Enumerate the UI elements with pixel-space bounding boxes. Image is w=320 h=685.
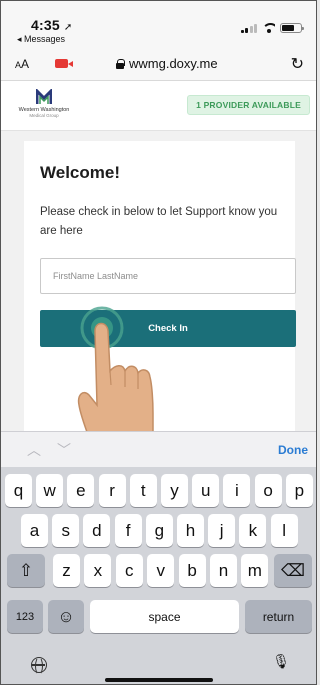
key-t[interactable]: t [129, 474, 157, 507]
key-w[interactable]: w [36, 474, 64, 507]
key-l[interactable]: l [270, 514, 298, 547]
status-bar: 4:35 ➚ ◂ Messages [1, 1, 316, 47]
clinic-subtitle: Medical Group [29, 113, 59, 118]
system-icons [240, 23, 304, 33]
key-q[interactable]: q [5, 474, 32, 507]
welcome-heading: Welcome! [40, 163, 120, 182]
clinic-logo[interactable]: Western Washington Medical Group [9, 89, 79, 118]
delete-key[interactable]: ⌫ [274, 554, 312, 587]
reload-icon[interactable]: ↻ [291, 54, 304, 74]
key-x[interactable]: x [84, 554, 112, 587]
phone-screen: 4:35 ➚ ◂ Messages AA wwmg.doxy.me ↻ West… [0, 0, 317, 685]
camera-in-use-icon[interactable] [55, 59, 73, 68]
checkin-instructions: Please check in below to let Support kno… [40, 206, 278, 237]
shift-key[interactable]: ⇧ [7, 554, 45, 587]
globe-icon[interactable] [31, 656, 47, 675]
key-r[interactable]: r [98, 474, 126, 507]
key-y[interactable]: y [161, 474, 188, 507]
patient-name-input[interactable] [40, 258, 296, 294]
key-f[interactable]: f [114, 514, 142, 547]
clock-time: 4:35 [31, 17, 60, 33]
key-p[interactable]: p [285, 474, 313, 507]
key-c[interactable]: c [115, 554, 143, 587]
safari-address-bar: AA wwmg.doxy.me ↻ [1, 47, 316, 81]
key-o[interactable]: o [254, 474, 282, 507]
key-d[interactable]: d [83, 514, 111, 547]
home-indicator[interactable] [105, 678, 213, 682]
space-key[interactable]: space [90, 600, 239, 633]
onscreen-keyboard: qwertyuiop asdfghjkl zxcvbnm ⇧ ⌫ 123 ☺ s… [1, 467, 316, 684]
numbers-key[interactable]: 123 [7, 600, 43, 633]
key-h[interactable]: h [177, 514, 204, 547]
cellular-signal-icon [240, 23, 257, 33]
back-to-messages-link[interactable]: ◂ Messages [17, 34, 65, 45]
site-header: Western Washington Medical Group 1 PROVI… [1, 81, 316, 131]
provider-availability-badge: 1 PROVIDER AVAILABLE [187, 95, 310, 115]
key-e[interactable]: e [67, 474, 95, 507]
return-key[interactable]: return [245, 600, 312, 633]
key-z[interactable]: z [53, 554, 80, 587]
key-b[interactable]: b [178, 554, 206, 587]
key-i[interactable]: i [223, 474, 251, 507]
key-s[interactable]: s [52, 514, 80, 547]
emoji-key-icon[interactable]: ☺ [48, 600, 84, 633]
previous-field-chevron-icon[interactable]: ︿ [27, 440, 41, 460]
microphone-icon[interactable]: 🎙 [272, 653, 290, 670]
key-m[interactable]: m [241, 554, 269, 587]
clinic-logo-mark-icon [36, 89, 52, 104]
url-field[interactable]: wwmg.doxy.me [116, 56, 218, 71]
key-n[interactable]: n [210, 554, 237, 587]
lock-icon [116, 58, 125, 69]
key-v[interactable]: v [147, 554, 175, 587]
done-button[interactable]: Done [278, 443, 308, 457]
key-a[interactable]: a [21, 514, 48, 547]
keyboard-accessory-bar: ︿ ﹀ Done [1, 431, 316, 467]
key-j[interactable]: j [208, 514, 236, 547]
wifi-icon [262, 23, 275, 33]
key-g[interactable]: g [145, 514, 173, 547]
battery-icon [280, 23, 304, 33]
url-text: wwmg.doxy.me [129, 56, 218, 71]
next-field-chevron-icon[interactable]: ﹀ [57, 440, 71, 460]
key-u[interactable]: u [192, 474, 220, 507]
key-k[interactable]: k [239, 514, 267, 547]
text-size-button[interactable]: AA [15, 57, 29, 71]
location-arrow-icon: ➚ [63, 22, 73, 33]
clock: 4:35 ➚ [31, 17, 73, 33]
